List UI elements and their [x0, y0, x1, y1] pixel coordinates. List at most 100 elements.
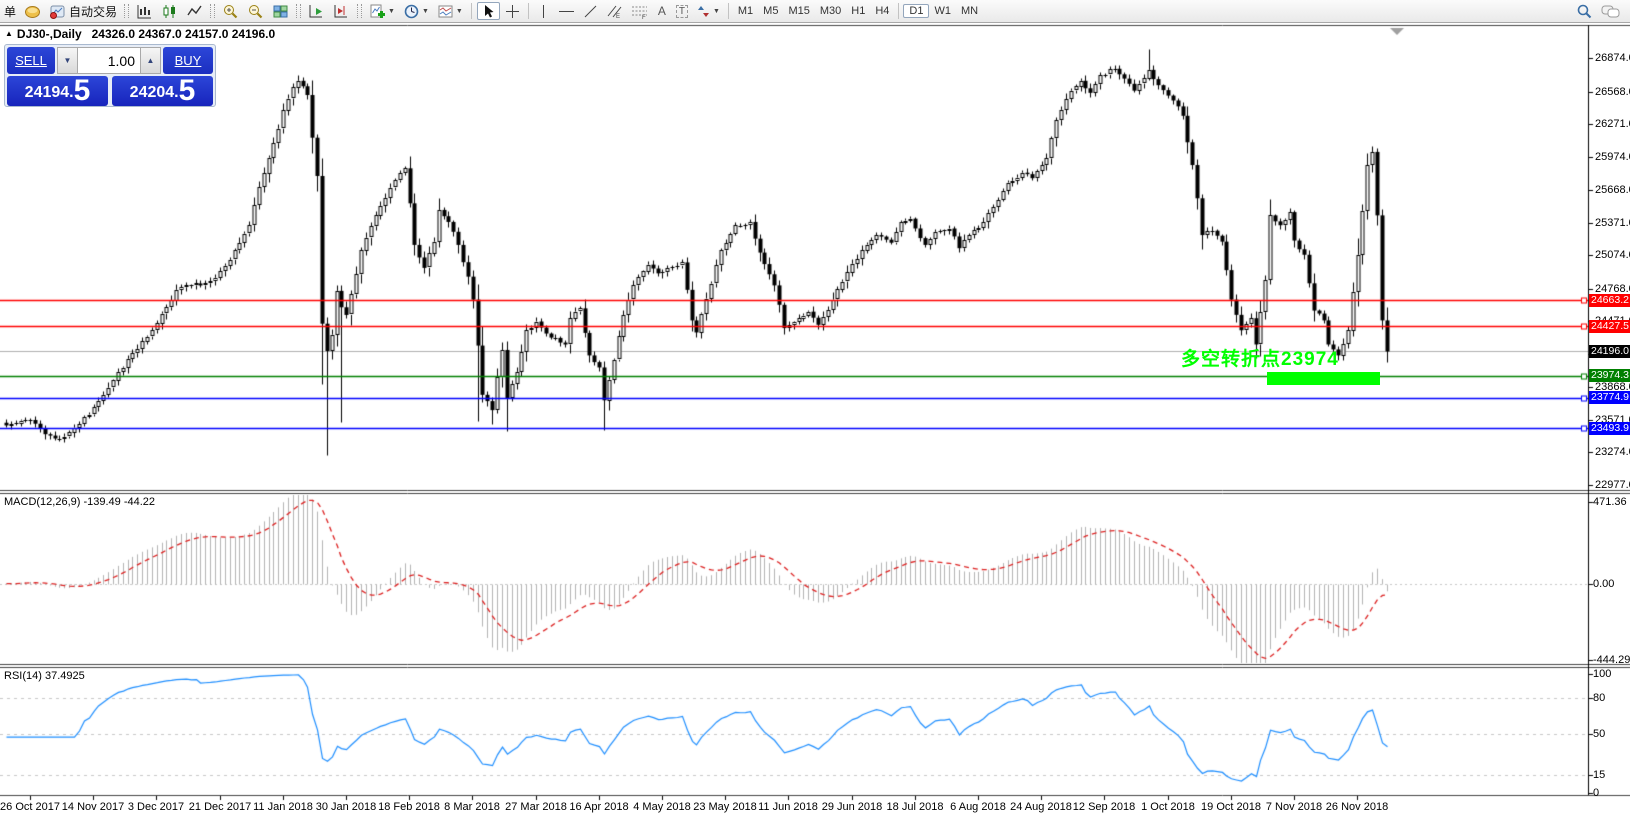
svg-text:F: F [642, 15, 646, 19]
date-axis-label: 3 Dec 2017 [128, 801, 184, 813]
level-price-tag: 24427.5 [1589, 320, 1630, 333]
chevron-down-icon: ▼ [422, 8, 429, 15]
date-axis-label: 7 Nov 2018 [1266, 801, 1322, 813]
timeframe-mn[interactable]: MN [956, 5, 983, 17]
chart-canvas[interactable] [0, 0, 1630, 822]
buy-price[interactable]: 24204.5 [112, 76, 213, 106]
svg-text:E: E [616, 14, 620, 19]
text-tool[interactable]: A [653, 2, 671, 20]
horizontal-line-tool[interactable] [555, 2, 578, 20]
timeframe-h1[interactable]: H1 [846, 5, 870, 17]
search-icon[interactable] [1573, 2, 1596, 20]
candlestick-chart-type-icon[interactable] [158, 2, 181, 20]
rsi-label: RSI(14) 37.4925 [4, 670, 85, 682]
highlight-rectangle[interactable] [1267, 372, 1380, 385]
pivot-annotation-text[interactable]: 多空转折点23974 [1181, 344, 1339, 371]
volume-increase-button[interactable]: ▲ [140, 47, 161, 74]
price-axis-tick: 26271.0 [1595, 118, 1630, 130]
date-axis-label: 18 Jul 2018 [887, 801, 944, 813]
arrow-objects-icon [696, 4, 711, 19]
rsi-axis-tick: 15 [1593, 769, 1605, 781]
chat-icon[interactable] [1598, 2, 1623, 20]
sell-price-int: 24194 [25, 81, 70, 105]
bar-chart-type-icon[interactable] [133, 2, 156, 20]
arrows-tool[interactable]: ▼ [693, 2, 723, 20]
price-axis-tick: 25371.0 [1595, 217, 1630, 229]
price-axis-tick: 25668.0 [1595, 184, 1630, 196]
date-axis-label: 27 Mar 2018 [505, 801, 567, 813]
volume-decrease-button[interactable]: ▼ [57, 47, 78, 74]
mt4-window: 单 自动交易 [0, 0, 1630, 822]
bid-price-tag: 24196.0 [1589, 345, 1630, 358]
rsi-axis-tick: 50 [1593, 728, 1605, 740]
date-axis-label: 19 Oct 2018 [1201, 801, 1261, 813]
crosshair-tool[interactable] [502, 2, 523, 20]
timeframe-m5[interactable]: M5 [758, 5, 783, 17]
price-axis-tick: 22977.0 [1595, 479, 1630, 491]
price-axis-tick: 25974.0 [1595, 151, 1630, 163]
timeframe-m1[interactable]: M1 [733, 5, 758, 17]
date-axis-label: 14 Nov 2017 [62, 801, 124, 813]
volume-input[interactable] [78, 48, 140, 73]
line-chart-type-icon[interactable] [183, 2, 206, 20]
auto-scroll-icon[interactable] [305, 2, 328, 20]
date-axis-label: 21 Dec 2017 [189, 801, 251, 813]
timeframe-h4[interactable]: H4 [870, 5, 894, 17]
trendline-tool[interactable] [580, 2, 601, 20]
clock-icon [403, 3, 420, 20]
new-order-button-clipped[interactable]: 单 [1, 2, 19, 20]
date-axis-label: 1 Oct 2018 [1141, 801, 1195, 813]
date-axis-label: 11 Jan 2018 [253, 801, 313, 813]
price-axis-tick: 26874.0 [1595, 52, 1630, 64]
top-toolbar: 单 自动交易 [0, 0, 1630, 23]
indicators-icon [369, 3, 386, 20]
chart-title: ▲DJ30-,Daily24326.0 24367.0 24157.0 2419… [5, 27, 275, 41]
price-axis-tick: 26568.0 [1595, 86, 1630, 98]
timeframe-d1[interactable]: D1 [903, 4, 929, 18]
text-label-tool[interactable]: T [673, 2, 691, 20]
cursor-icon [481, 4, 496, 19]
crosshair-icon [505, 4, 520, 19]
indicators-button[interactable]: ▼ [366, 2, 398, 20]
periods-button[interactable]: ▼ [400, 2, 432, 20]
autotrading-label: 自动交易 [69, 3, 117, 20]
chevron-down-icon: ▼ [456, 8, 463, 15]
macd-axis-tick: -444.29 [1593, 654, 1630, 666]
rsi-axis-tick: 100 [1593, 668, 1611, 680]
buy-price-frac: 5 [179, 77, 196, 105]
date-axis-label: 8 Mar 2018 [444, 801, 500, 813]
tile-windows-icon[interactable] [269, 2, 292, 20]
macd-axis-tick: 0.00 [1593, 578, 1614, 590]
date-axis-label: 26 Oct 2017 [0, 801, 60, 813]
fibonacci-tool[interactable]: F [628, 2, 651, 20]
buy-price-int: 24204 [130, 81, 175, 105]
date-axis-label: 4 May 2018 [633, 801, 690, 813]
collapse-triangle-icon[interactable]: ▲ [5, 29, 13, 38]
macd-label: MACD(12,26,9) -139.49 -44.22 [4, 496, 155, 508]
coin-icon[interactable] [21, 2, 44, 20]
sell-button[interactable]: SELL [7, 47, 55, 74]
symbol-period-label: DJ30-,Daily [17, 27, 82, 41]
buy-button[interactable]: BUY [163, 47, 213, 74]
one-click-trade-panel: SELL ▼ ▲ BUY 24194.5 24204.5 [4, 44, 216, 107]
timeframe-w1[interactable]: W1 [929, 5, 956, 17]
equidistant-channel-tool[interactable]: E [603, 2, 626, 20]
sell-price[interactable]: 24194.5 [7, 76, 108, 106]
cursor-tool[interactable] [477, 2, 500, 20]
templates-button[interactable]: ▼ [434, 2, 466, 20]
chart-shift-icon[interactable] [330, 2, 353, 20]
chevron-down-icon: ▼ [388, 8, 395, 15]
timeframe-m15[interactable]: M15 [783, 5, 814, 17]
timeframe-m30[interactable]: M30 [815, 5, 846, 17]
date-axis-label: 26 Nov 2018 [1326, 801, 1388, 813]
date-axis-label: 6 Aug 2018 [950, 801, 1006, 813]
zoom-in-icon[interactable] [219, 2, 242, 20]
level-price-tag: 23493.9 [1589, 422, 1630, 435]
autotrading-button[interactable]: 自动交易 [46, 2, 120, 20]
template-icon [437, 3, 454, 20]
date-axis-label: 12 Sep 2018 [1073, 801, 1135, 813]
vertical-line-tool[interactable] [534, 2, 553, 20]
zoom-out-icon[interactable] [244, 2, 267, 20]
rsi-axis-tick: 0 [1593, 787, 1599, 799]
macd-axis-tick: 471.36 [1593, 496, 1627, 508]
